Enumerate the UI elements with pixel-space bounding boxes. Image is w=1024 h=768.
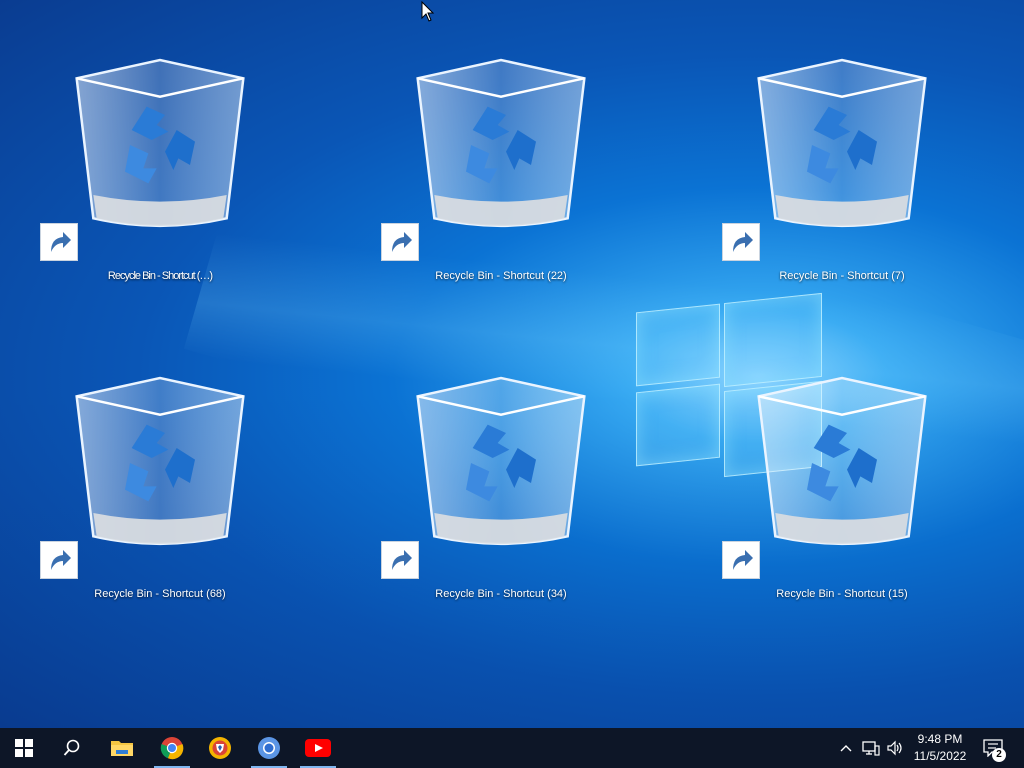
windows-logo-icon: [15, 739, 33, 757]
desktop-icon-label: Recycle Bin - Shortcut (15): [776, 588, 908, 600]
brave-icon: [209, 737, 231, 759]
clock-date: 11/5/2022: [913, 749, 967, 763]
recycle-bin-icon: [742, 338, 942, 588]
shortcut-arrow-icon: [40, 223, 78, 261]
desktop-icon-label: Recycle Bin - Shortcut (34): [435, 588, 567, 600]
shortcut-arrow-icon: [40, 541, 78, 579]
brave-button[interactable]: [196, 728, 244, 768]
desktop-icon-label: Recycle Bin - Shortcut (22): [435, 270, 567, 282]
chromium-icon: [258, 737, 280, 759]
notification-count-badge: 2: [992, 748, 1006, 762]
shortcut-arrow-icon: [381, 223, 419, 261]
recycle-bin-icon: [401, 20, 601, 270]
shortcut-arrow-icon: [722, 223, 760, 261]
taskbar: 9:48 PM 11/5/2022: [0, 728, 1024, 768]
chrome-button[interactable]: [148, 728, 196, 768]
chevron-up-icon: [840, 745, 852, 752]
search-button[interactable]: [48, 728, 96, 768]
clock[interactable]: 9:48 PM 11/5/2022: [900, 731, 980, 765]
clock-time: 9:48 PM: [917, 732, 963, 746]
recycle-bin-icon: [742, 20, 942, 270]
show-hidden-icons-button[interactable]: [836, 728, 856, 768]
chromium-button[interactable]: [245, 728, 293, 768]
desktop-icon-recycle-bin-shortcut[interactable]: Recycle Bin - Shortcut (7): [722, 20, 962, 310]
chrome-icon: [160, 737, 184, 760]
mouse-cursor: [421, 0, 435, 28]
network-button[interactable]: [860, 728, 882, 768]
file-explorer-button[interactable]: [98, 728, 146, 768]
desktop-icon-label: Recycle Bin - Shortcut (7): [779, 270, 905, 282]
desktop-icon-recycle-bin-shortcut[interactable]: Recycle Bin - Shortcut (15): [722, 338, 962, 628]
recycle-bin-icon: [401, 338, 601, 588]
desktop-icon-recycle-bin-shortcut[interactable]: Recycle Bin - Shortcut (34): [381, 338, 621, 628]
network-icon: [862, 741, 880, 756]
shortcut-arrow-icon: [722, 541, 760, 579]
start-button[interactable]: [0, 728, 48, 768]
search-icon: [63, 739, 80, 756]
folder-icon: [111, 741, 133, 756]
youtube-button[interactable]: [294, 728, 342, 768]
desktop-icon-label: Recycle Bin - Shortcut (…): [107, 270, 213, 282]
recycle-bin-icon: [60, 338, 260, 588]
shortcut-arrow-icon: [381, 541, 419, 579]
recycle-bin-icon: [60, 20, 260, 270]
desktop-icon-recycle-bin-shortcut[interactable]: Recycle Bin - Shortcut (68): [40, 338, 280, 628]
youtube-icon: [305, 739, 331, 757]
desktop-icon-recycle-bin-shortcut[interactable]: Recycle Bin - Shortcut (…): [40, 20, 280, 310]
desktop-icon-label: Recycle Bin - Shortcut (68): [94, 588, 226, 600]
desktop-icon-recycle-bin-shortcut[interactable]: Recycle Bin - Shortcut (22): [381, 20, 621, 310]
